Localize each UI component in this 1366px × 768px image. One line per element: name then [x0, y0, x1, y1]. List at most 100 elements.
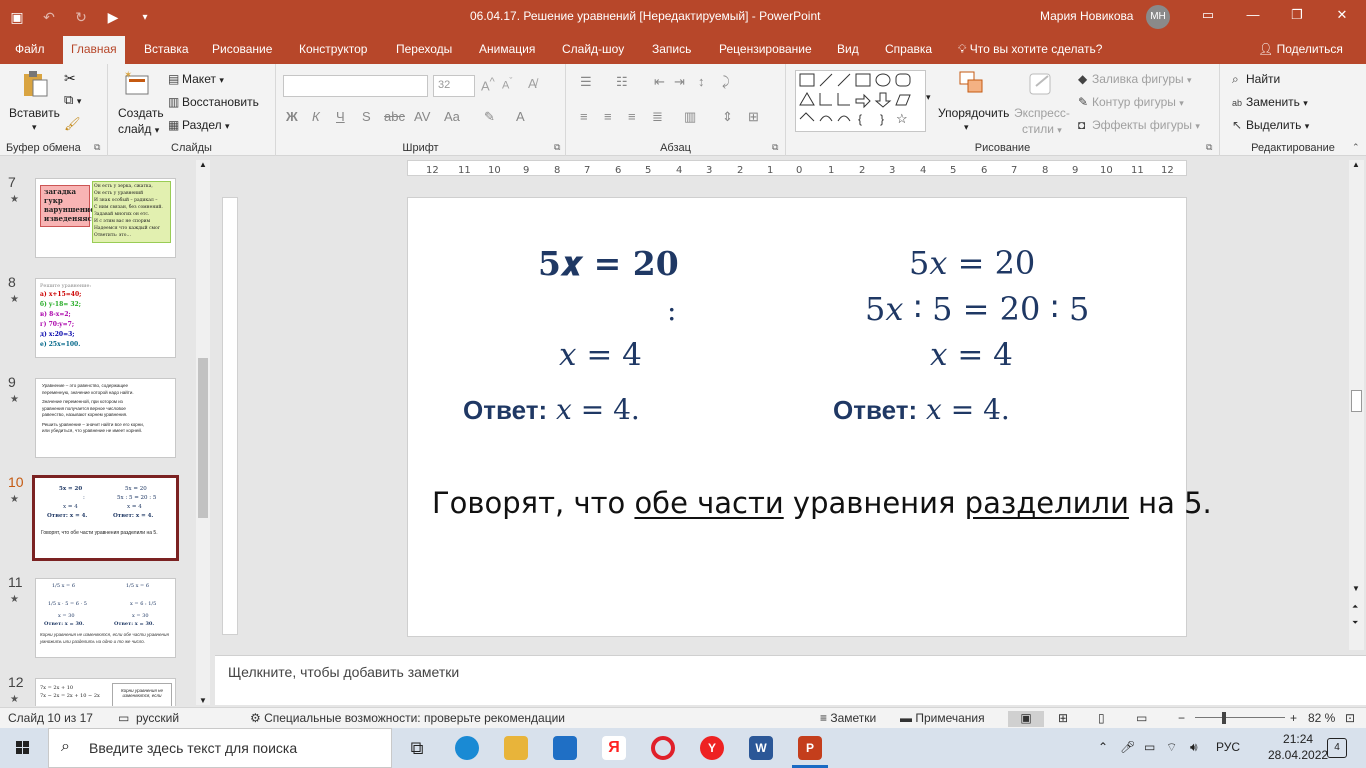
- strikethrough-icon[interactable]: abc: [384, 109, 405, 124]
- shapes-more-icon[interactable]: ▾: [926, 92, 931, 103]
- tab-help[interactable]: Справка: [885, 42, 932, 56]
- fit-slide-icon[interactable]: ⊡: [1345, 711, 1355, 725]
- taskbar-clock[interactable]: 21:24 28.04.2022: [1268, 731, 1328, 763]
- scroll-down-icon[interactable]: ▼: [199, 696, 207, 705]
- tab-design[interactable]: Конструктор: [299, 42, 367, 56]
- save-icon[interactable]: ▣: [8, 9, 26, 26]
- shadow-icon[interactable]: S: [362, 109, 371, 124]
- yandex-icon[interactable]: Y: [700, 736, 724, 760]
- windows-start-icon[interactable]: [0, 728, 46, 768]
- taskbar-search-box[interactable]: ⌕ Введите здесь текст для поиска: [48, 728, 392, 768]
- input-language[interactable]: РУС: [1216, 740, 1240, 754]
- notes-pane[interactable]: Щелкните, чтобы добавить заметки: [215, 655, 1366, 705]
- clear-formatting-icon[interactable]: A̸: [528, 76, 537, 91]
- find-button[interactable]: ⌕ Найти: [1232, 72, 1280, 87]
- scroll-down-icon[interactable]: ▼: [1352, 584, 1360, 593]
- zoom-slider[interactable]: [1195, 717, 1285, 718]
- battery-icon[interactable]: ▭: [1144, 740, 1155, 754]
- tab-review[interactable]: Рецензирование: [719, 42, 812, 56]
- line-spacing-icon[interactable]: ↕: [698, 74, 705, 89]
- left-answer[interactable]: Ответ: 𝑥 = 4.: [463, 393, 640, 426]
- undo-icon[interactable]: ↶: [40, 9, 58, 26]
- left-equation-3[interactable]: 𝑥 = 4: [559, 337, 642, 373]
- tab-view[interactable]: Вид: [837, 42, 859, 56]
- reading-view-icon[interactable]: ▯: [1098, 711, 1105, 725]
- shape-effects-button[interactable]: ◘ Эффекты фигуры ▾: [1078, 118, 1200, 132]
- replace-button[interactable]: ab Заменить ▾: [1232, 95, 1308, 109]
- previous-slide-icon[interactable]: ⏶: [1352, 602, 1358, 612]
- font-launcher-icon[interactable]: ⧉: [554, 142, 560, 153]
- right-equation-3[interactable]: 𝑥 = 4: [930, 337, 1013, 373]
- thumbnail-slide-10[interactable]: 5x = 20 : x = 4 Ответ: x = 4. 5x = 20 5x…: [32, 475, 179, 561]
- select-button[interactable]: ↖ Выделить ▾: [1232, 118, 1309, 132]
- arrange-icon[interactable]: [956, 70, 986, 98]
- arrange-dropdown-icon[interactable]: ▾: [964, 122, 969, 133]
- bold-icon[interactable]: Ж: [286, 109, 298, 124]
- increase-indent-icon[interactable]: ⇥: [674, 74, 685, 90]
- shape-outline-button[interactable]: ✎ Контур фигуры ▾: [1078, 95, 1184, 109]
- scroll-thumb[interactable]: [198, 358, 208, 518]
- network-icon[interactable]: ⌔: [1166, 740, 1177, 755]
- notes-toggle[interactable]: ≡ Заметки: [820, 711, 876, 725]
- shapes-gallery[interactable]: {} ☆: [795, 70, 926, 132]
- new-slide-button[interactable]: Создать: [118, 106, 164, 120]
- cut-icon[interactable]: ✂: [64, 70, 76, 87]
- clipboard-launcher-icon[interactable]: ⧉: [94, 142, 100, 153]
- copy-icon[interactable]: ⧉ ▾: [64, 92, 81, 108]
- scroll-up-icon[interactable]: ▲: [199, 160, 207, 169]
- text-direction-icon[interactable]: ⤸: [722, 74, 730, 90]
- scroll-thumb[interactable]: [1351, 390, 1362, 412]
- tab-animations[interactable]: Анимация: [479, 42, 535, 56]
- accessibility-check[interactable]: ⚙︎ Специальные возможности: проверьте ре…: [250, 711, 565, 725]
- section-button[interactable]: ▦ Раздел ▾: [168, 118, 230, 132]
- tell-me-search[interactable]: 💡︎ Что вы хотите сделать?: [958, 42, 1102, 57]
- paste-button[interactable]: Вставить: [9, 106, 60, 120]
- left-equation-1[interactable]: 5𝒙 = 20: [538, 244, 679, 284]
- format-painter-icon[interactable]: 🖌︎: [64, 116, 81, 132]
- numbering-icon[interactable]: ☷: [616, 74, 628, 90]
- right-equation-2[interactable]: 5𝑥 ∶ 5 = 20 ∶ 5: [865, 290, 1089, 328]
- edge-browser-icon[interactable]: [455, 736, 479, 760]
- slideshow-from-start-icon[interactable]: ▶: [104, 9, 122, 26]
- language-indicator[interactable]: русский: [136, 711, 179, 725]
- slide-sorter-icon[interactable]: ⊞: [1058, 711, 1068, 725]
- increase-font-icon[interactable]: A^: [481, 76, 495, 93]
- smartart-icon[interactable]: ⊞: [748, 109, 759, 125]
- align-text-icon[interactable]: ⇕: [722, 109, 733, 125]
- tab-slideshow[interactable]: Слайд-шоу: [562, 42, 624, 56]
- align-right-icon[interactable]: ≡: [628, 109, 636, 124]
- thumbnail-slide-9[interactable]: Уравнение – это равенство, содержащее пер…: [35, 378, 176, 458]
- tab-record[interactable]: Запись: [652, 42, 691, 56]
- align-left-icon[interactable]: ≡: [580, 109, 588, 124]
- decrease-indent-icon[interactable]: ⇤: [654, 74, 665, 90]
- slideshow-icon[interactable]: ▭: [1136, 711, 1147, 725]
- zoom-in-icon[interactable]: +: [1290, 711, 1297, 725]
- powerpoint-icon[interactable]: P: [798, 736, 822, 760]
- next-slide-icon[interactable]: ⏷: [1352, 618, 1358, 628]
- zoom-out-icon[interactable]: −: [1178, 711, 1185, 725]
- tab-file[interactable]: Файл: [15, 42, 45, 56]
- columns-icon[interactable]: ▥: [684, 109, 696, 125]
- spellcheck-icon[interactable]: ▭: [118, 711, 129, 725]
- minimize-icon[interactable]: —: [1243, 7, 1263, 22]
- bullets-icon[interactable]: ☰: [580, 74, 592, 90]
- word-icon[interactable]: W: [749, 736, 773, 760]
- font-size-combo[interactable]: 32: [433, 75, 475, 97]
- highlight-icon[interactable]: ✎: [484, 109, 495, 125]
- share-button[interactable]: 👤︎ Поделиться: [1258, 42, 1343, 56]
- show-hidden-icons-icon[interactable]: ⌃: [1098, 740, 1108, 754]
- ribbon-display-options-icon[interactable]: ▭: [1198, 7, 1218, 23]
- change-case-icon[interactable]: Aa: [444, 109, 460, 124]
- scroll-up-icon[interactable]: ▲: [1352, 160, 1360, 169]
- thumbnail-slide-7[interactable]: загадка гукр варуншение изведеняясь Он е…: [35, 178, 176, 258]
- thumbnail-slide-12[interactable]: 7x = 2x + 10 7x − 2x = 2x + 10 − 2x Корн…: [35, 678, 176, 706]
- underline-icon[interactable]: Ч: [336, 109, 345, 124]
- font-color-icon[interactable]: A: [516, 109, 525, 124]
- restore-icon[interactable]: ❐: [1287, 7, 1307, 23]
- zoom-slider-thumb[interactable]: [1222, 712, 1226, 724]
- notifications-badge[interactable]: 4: [1327, 738, 1347, 758]
- tab-transitions[interactable]: Переходы: [396, 42, 452, 56]
- reset-button[interactable]: ▥ Восстановить: [168, 95, 259, 109]
- paste-icon[interactable]: [20, 70, 50, 98]
- microphone-icon[interactable]: 🎤︎: [1120, 740, 1135, 754]
